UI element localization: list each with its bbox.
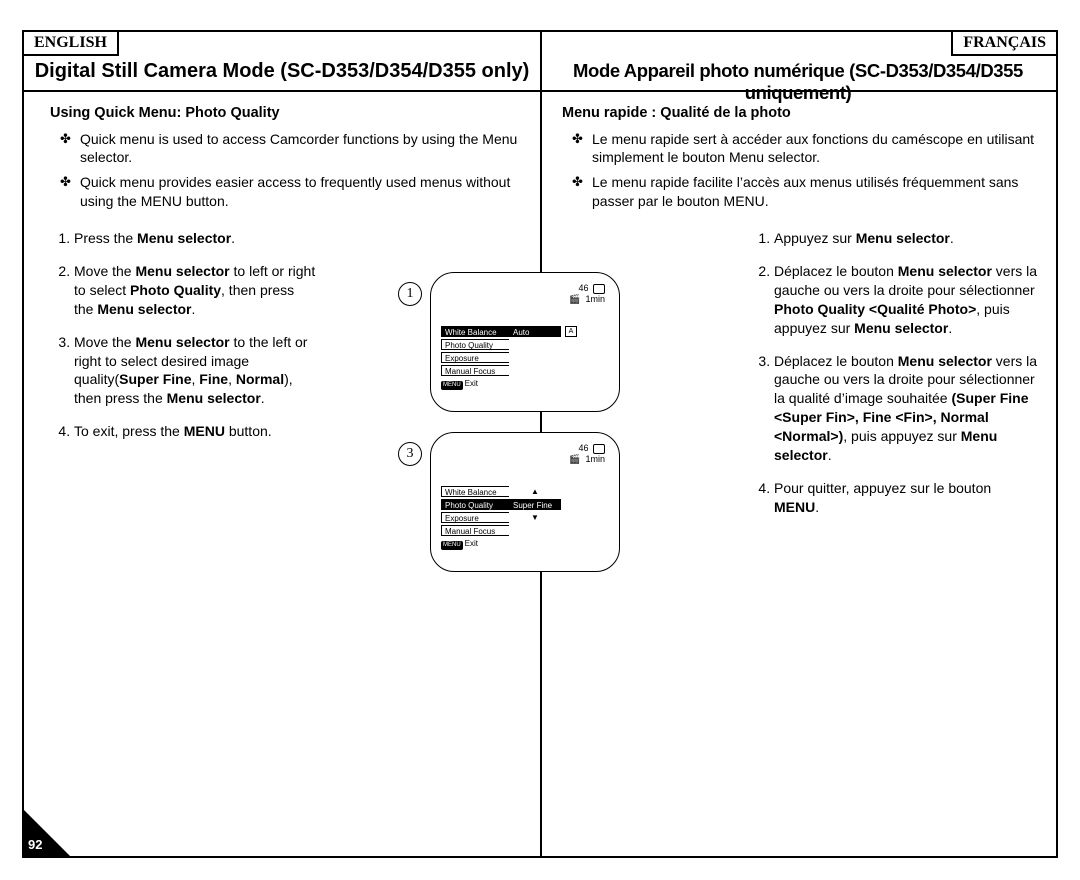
- step-fr-1: Appuyez sur Menu selector.: [774, 229, 1038, 248]
- lcd3-menu: White Balance ▲ Photo QualitySuper Fine E…: [441, 485, 561, 550]
- menu-value-sfine: Super Fine: [509, 499, 561, 510]
- menu-exit-3: MENUExit: [441, 539, 561, 550]
- down-arrow-icon: ▼: [531, 514, 539, 522]
- lang-badge-fr: FRANÇAIS: [951, 30, 1058, 56]
- menu-badge-icon: MENU: [441, 381, 463, 390]
- bullet-fr-1: Le menu rapide sert à accéder aux foncti…: [576, 130, 1038, 168]
- up-arrow-icon: ▲: [531, 488, 539, 496]
- step-circle-3: 3: [398, 442, 422, 466]
- step-circle-1: 1: [398, 282, 422, 306]
- step-en-1: Press the Menu selector.: [74, 229, 316, 248]
- menu-item-mf: Manual Focus: [441, 365, 509, 376]
- lcd3-top-info: 46 🎬 1min: [569, 443, 605, 465]
- menu-badge-icon: MENU: [441, 541, 463, 550]
- lcd1-top-info: 46 🎬 1min: [569, 283, 605, 305]
- menu-value-auto: Auto: [509, 326, 561, 337]
- page-number-badge: 92: [22, 808, 72, 858]
- sd-card-icon: [593, 284, 605, 294]
- title-underline: [24, 90, 1056, 92]
- page-number: 92: [28, 837, 42, 852]
- bullets-en: Quick menu is used to access Camcorder f…: [42, 130, 526, 212]
- step-fr-4: Pour quitter, appuyez sur le bouton MENU…: [774, 479, 1038, 517]
- page-frame: ENGLISH FRANÇAIS Digital Still Camera Mo…: [22, 30, 1058, 858]
- menu-item-pq: Photo Quality: [441, 499, 509, 510]
- subtitle-fr: Menu rapide : Qualité de la photo: [562, 104, 1038, 124]
- menu-exit-1: MENUExit: [441, 379, 577, 390]
- lcd-screen-1: 46 🎬 1min White BalanceAuto A Photo Quali…: [430, 272, 620, 412]
- menu-item-wb: White Balance: [441, 486, 509, 497]
- menu-item-wb: White Balance: [441, 326, 509, 337]
- menu-item-pq: Photo Quality: [441, 339, 509, 350]
- menu-item-mf: Manual Focus: [441, 525, 509, 536]
- lang-badge-en: ENGLISH: [22, 30, 119, 56]
- step-en-4: To exit, press the MENU button.: [74, 422, 316, 441]
- menu-item-ex: Exposure: [441, 352, 509, 363]
- bullets-fr: Le menu rapide sert à accéder aux foncti…: [554, 130, 1038, 212]
- step-en-3: Move the Menu selector to the left or ri…: [74, 333, 316, 409]
- bullet-en-1: Quick menu is used to access Camcorder f…: [64, 130, 526, 168]
- step-en-2: Move the Menu selector to left or right …: [74, 262, 316, 319]
- bullet-en-2: Quick menu provides easier access to fre…: [64, 173, 526, 211]
- bullet-fr-2: Le menu rapide facilite l’accès aux menu…: [576, 173, 1038, 211]
- a-indicator-icon: A: [565, 326, 577, 337]
- diagram-1: 1 46 🎬 1min White BalanceAutoA Photo Qua…: [430, 272, 650, 412]
- sd-card-icon: [593, 444, 605, 454]
- diagram-3: 3 46 🎬 1min White Balance▲ Photo Quality…: [430, 432, 650, 572]
- step-fr-2: Déplacez le bouton Menu selector vers la…: [774, 262, 1038, 338]
- lcd-screen-3: 46 🎬 1min White Balance ▲ Photo QualitySu…: [430, 432, 620, 572]
- step-fr-3: Déplacez le bouton Menu selector vers la…: [774, 352, 1038, 465]
- menu-item-ex: Exposure: [441, 512, 509, 523]
- lcd1-menu: White BalanceAuto A Photo Quality Exposur…: [441, 325, 577, 390]
- clapper-icon: 🎬: [569, 454, 580, 464]
- clapper-icon: 🎬: [569, 294, 580, 304]
- subtitle-en: Using Quick Menu: Photo Quality: [50, 104, 526, 124]
